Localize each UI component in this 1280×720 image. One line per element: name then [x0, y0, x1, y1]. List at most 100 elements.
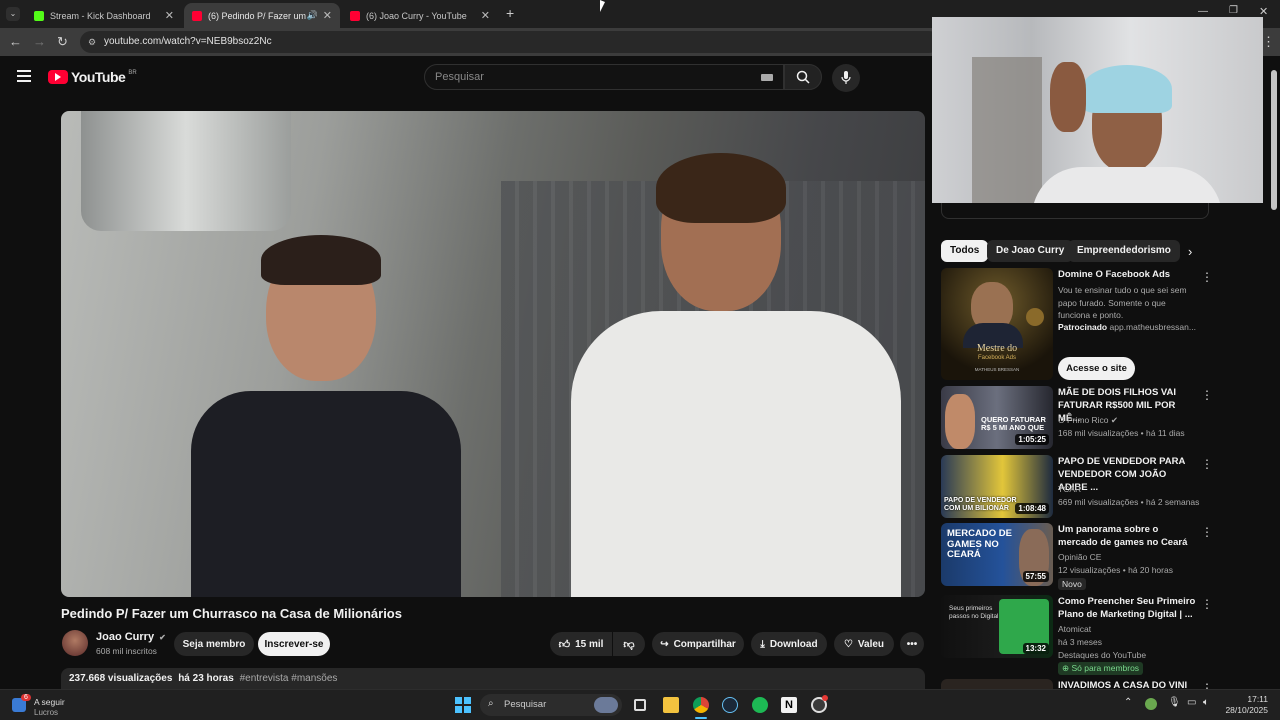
thumbs-down-icon: 👎︎	[623, 638, 635, 651]
minimize-icon[interactable]: —	[1198, 6, 1208, 17]
weather-widget[interactable]: 6 A seguir Lucros	[12, 694, 92, 718]
recommended-video[interactable]: Seus primeiros passos no Digital 13:32 C…	[941, 595, 1241, 675]
video-thumbnail[interactable]: QUERO FATURAR R$ 5 MI ANO QUE 1:05:25	[941, 386, 1053, 449]
voice-search-button[interactable]	[832, 64, 860, 92]
search-input[interactable]: Pesquisar	[424, 64, 784, 90]
thumb-text: Seus primeiros passos no Digital	[949, 605, 999, 620]
video-thumbnail[interactable]	[941, 679, 1053, 689]
browser-menu-icon[interactable]: ⋮	[1262, 34, 1275, 50]
browser-tab-kick[interactable]: Stream - Kick Dashboard ✕	[26, 3, 182, 28]
windows-start-icon[interactable]	[455, 697, 471, 713]
chip-from-channel[interactable]: De Joao Curry	[987, 240, 1074, 262]
microphone-icon[interactable]: 🎙︎	[1168, 697, 1181, 708]
browser-tab-video[interactable]: (6) Pedindo P/ Fazer um Ch 🔊 ✕	[184, 3, 340, 28]
volume-icon[interactable]: 🔈︎	[1203, 697, 1209, 708]
back-icon[interactable]: ←	[9, 34, 22, 49]
view-count: 237.668 visualizações	[69, 673, 173, 684]
site-info-icon[interactable]: ⚙	[88, 31, 96, 53]
file-explorer-icon[interactable]	[663, 697, 679, 713]
recommended-video[interactable]: QUERO FATURAR R$ 5 MI ANO QUE 1:05:25 MÃ…	[941, 386, 1241, 449]
more-vert-icon[interactable]: ⋮	[1201, 457, 1213, 471]
thanks-button[interactable]: ♡ Valeu	[834, 632, 894, 656]
notion-icon[interactable]: N	[781, 697, 797, 713]
reload-icon[interactable]: ↻	[57, 34, 68, 50]
download-button[interactable]: ⤓ Download	[751, 632, 827, 656]
featured-label: Destaques do YouTube	[1058, 650, 1147, 660]
clock-date: 28/10/2025	[1225, 705, 1268, 715]
channel-name[interactable]: Opinião CE	[1058, 552, 1101, 562]
join-label: Seja membro	[182, 638, 246, 650]
channel-name[interactable]: Atomicat	[1058, 624, 1091, 634]
recommended-video[interactable]: MERCADO DE GAMES NO CEARÁ 57:55 Um panor…	[941, 523, 1241, 590]
more-vert-icon[interactable]: ⋮	[1201, 270, 1213, 284]
recommended-video[interactable]: PAPO DE VENDEDOR COM UM BILIONÁR 1:08:48…	[941, 455, 1241, 518]
chip-all[interactable]: Todos	[941, 240, 989, 262]
subscribe-button[interactable]: Inscrever-se	[258, 632, 330, 656]
url-field[interactable]: ⚙ youtube.com/watch?v=NEB9bsoz2Nc	[80, 31, 940, 53]
search-placeholder: Pesquisar	[435, 71, 484, 83]
browser-tab-channel[interactable]: (6) Joao Curry - YouTube ✕	[342, 3, 498, 28]
chevron-right-icon[interactable]: ›	[1188, 244, 1192, 259]
tray-app-icon[interactable]	[1145, 698, 1157, 710]
tab-title: Stream - Kick Dashboard	[50, 10, 151, 21]
streamer-hand	[1050, 62, 1086, 132]
chrome-icon[interactable]	[693, 697, 709, 713]
video-player[interactable]	[61, 111, 925, 597]
widget-line1: A seguir	[34, 697, 65, 707]
webcam-overlay	[932, 17, 1263, 203]
clock[interactable]: 17:11 28/10/2025	[1218, 694, 1268, 716]
video-thumbnail[interactable]: PAPO DE VENDEDOR COM UM BILIONÁR 1:08:48	[941, 455, 1053, 518]
sponsored-card[interactable]: Mestre do Facebook Ads MATHEUS BRESSAN D…	[941, 268, 1241, 380]
youtube-logo-text: YouTube	[71, 69, 126, 85]
kick-favicon-icon	[34, 10, 44, 21]
search-button[interactable]	[784, 64, 822, 90]
channel-name[interactable]: Joao Curry ✔	[96, 631, 166, 643]
task-view-icon[interactable]	[634, 699, 646, 711]
verified-icon: ✔	[159, 633, 166, 642]
chip-entrepreneurship[interactable]: Empreendedorismo	[1068, 240, 1180, 262]
show-hidden-icons[interactable]: ⌃	[1124, 697, 1132, 708]
upload-age: há 23 horas	[178, 673, 234, 684]
maximize-icon[interactable]: ❐	[1229, 5, 1238, 16]
more-vert-icon[interactable]: ⋮	[1201, 525, 1213, 539]
hamburger-menu-icon[interactable]	[17, 70, 31, 82]
new-tab-icon[interactable]: +	[506, 5, 514, 21]
channel-name[interactable]: TCAR	[1058, 484, 1081, 494]
notification-count: 6	[21, 694, 31, 701]
channel-name-text: Joao Curry	[96, 631, 155, 643]
channel-name[interactable]: O Primo Rico ✔	[1058, 415, 1118, 426]
verified-icon: ✔	[1110, 415, 1119, 425]
join-button[interactable]: Seja membro	[174, 632, 254, 656]
visit-site-button[interactable]: Acesse o site	[1058, 357, 1135, 380]
share-button[interactable]: ↪ Compartilhar	[652, 632, 744, 656]
youtube-logo[interactable]: YouTube BR	[48, 69, 137, 85]
video-thumbnail[interactable]: Seus primeiros passos no Digital 13:32	[941, 595, 1053, 658]
more-actions-button[interactable]: •••	[900, 632, 924, 656]
close-tab-icon[interactable]: ✕	[323, 9, 332, 22]
tab-search-icon[interactable]: ⌄	[6, 7, 20, 21]
steam-icon[interactable]	[722, 697, 738, 713]
like-button[interactable]: 👍︎ 15 mil	[550, 632, 612, 656]
members-icon: ⊕	[1062, 663, 1070, 673]
close-tab-icon[interactable]: ✕	[481, 9, 490, 22]
taskbar-search[interactable]: ⌕ Pesquisar	[480, 694, 622, 716]
channel-avatar[interactable]	[62, 630, 88, 656]
like-count: 15 mil	[575, 638, 604, 650]
windows-taskbar: 6 A seguir Lucros ⌕ Pesquisar N ⌃ 🎙︎ ▭ 🔈…	[0, 689, 1280, 720]
network-icon[interactable]: ▭	[1187, 697, 1196, 708]
recommended-video[interactable]: INVADIMOS A CASA DO VINI ⋮	[941, 679, 1241, 689]
more-vert-icon[interactable]: ⋮	[1201, 388, 1213, 402]
video-title: INVADIMOS A CASA DO VINI	[1058, 680, 1188, 689]
close-tab-icon[interactable]: ✕	[165, 9, 174, 22]
page-scrollbar[interactable]	[1271, 60, 1277, 688]
ad-thumbnail[interactable]: Mestre do Facebook Ads MATHEUS BRESSAN	[941, 268, 1053, 380]
spotify-icon[interactable]	[752, 697, 768, 713]
more-vert-icon[interactable]: ⋮	[1201, 681, 1213, 689]
hashtags[interactable]: #entrevista #mansões	[240, 673, 338, 684]
more-vert-icon[interactable]: ⋮	[1201, 597, 1213, 611]
speaker-icon[interactable]: 🔊	[307, 10, 318, 21]
dislike-button[interactable]: 👎︎	[613, 632, 645, 656]
forward-icon[interactable]: →	[33, 34, 46, 49]
keyboard-icon[interactable]	[761, 74, 773, 81]
video-thumbnail[interactable]: MERCADO DE GAMES NO CEARÁ 57:55	[941, 523, 1053, 586]
